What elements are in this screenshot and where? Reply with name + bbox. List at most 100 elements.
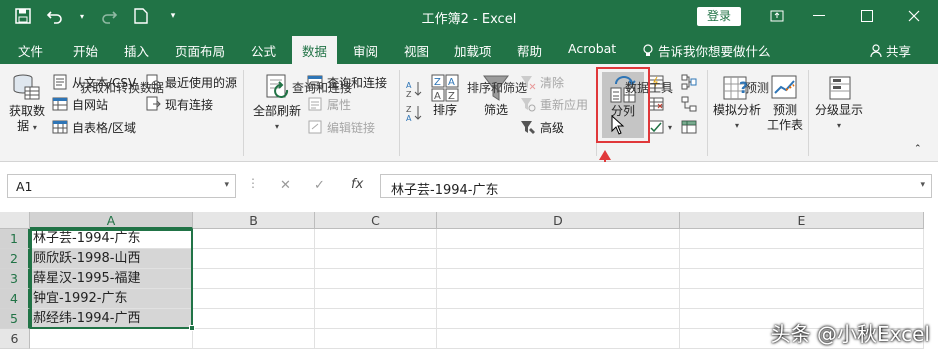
insert-function-button[interactable]: fx — [351, 177, 363, 192]
edit-links-button[interactable]: 编辑链接 — [307, 118, 375, 136]
tab-file[interactable]: 文件 — [18, 41, 43, 60]
name-box-dropdown-icon[interactable]: ▾ — [224, 180, 229, 190]
cell-a4[interactable]: 钟宜-1992-广东 — [30, 289, 193, 309]
tab-help[interactable]: 帮助 — [517, 41, 542, 60]
properties-button[interactable]: 属性 — [307, 95, 351, 113]
get-data-button[interactable]: 获取数 据 ▾ — [6, 72, 48, 135]
cell-c6[interactable] — [315, 329, 437, 349]
row-header-5[interactable]: 5 — [0, 309, 30, 329]
cell-e2[interactable] — [680, 249, 924, 269]
sort-ascending-icon[interactable]: AZ — [405, 80, 423, 98]
column-header-d[interactable]: D — [437, 212, 680, 229]
column-header-c[interactable]: C — [315, 212, 437, 229]
row-header-1[interactable]: 1 — [0, 229, 30, 249]
share-label: 共享 — [886, 44, 912, 59]
tab-page-layout[interactable]: 页面布局 — [175, 41, 225, 60]
consolidate-button[interactable] — [681, 73, 697, 91]
collapse-ribbon-icon[interactable]: ⌃ — [914, 140, 922, 158]
ribbon-display-options-icon[interactable] — [763, 4, 791, 28]
cell-e3[interactable] — [680, 269, 924, 289]
from-table-button[interactable]: 自表格/区域 — [52, 118, 136, 136]
formula-bar-grip-icon[interactable]: ⋮ — [247, 176, 259, 190]
cell-d3[interactable] — [437, 269, 680, 289]
maximize-icon[interactable] — [853, 4, 881, 28]
cell-b6[interactable] — [193, 329, 315, 349]
forecast-sheet-button[interactable]: 预测 工作表 — [766, 73, 804, 133]
svg-text:A: A — [406, 114, 412, 122]
tab-addins[interactable]: 加载项 — [454, 41, 492, 60]
reapply-button[interactable]: 重新应用 — [520, 95, 588, 113]
cell-b1[interactable] — [193, 229, 315, 249]
row-header-2[interactable]: 2 — [0, 249, 30, 269]
svg-text:A: A — [406, 81, 412, 90]
cell-d6[interactable] — [437, 329, 680, 349]
expand-formula-bar-icon[interactable]: ▾ — [920, 180, 925, 190]
minimize-icon[interactable] — [805, 4, 833, 28]
share-button[interactable]: 共享 — [870, 41, 911, 60]
fill-handle[interactable] — [189, 325, 195, 331]
forecast-sheet-icon — [771, 75, 797, 99]
column-header-e[interactable]: E — [680, 212, 924, 229]
cell-c4[interactable] — [315, 289, 437, 309]
login-button[interactable]: 登录 — [697, 7, 741, 26]
manage-data-model-button[interactable] — [681, 118, 697, 136]
cell-d2[interactable] — [437, 249, 680, 269]
formula-input[interactable]: 林子芸-1994-广东 ▾ — [380, 174, 932, 198]
cell-c5[interactable] — [315, 309, 437, 329]
edit-links-icon — [308, 120, 322, 134]
cell-a3[interactable]: 薛星汉-1995-福建 — [30, 269, 193, 289]
cell-b2[interactable] — [193, 249, 315, 269]
select-all-corner[interactable] — [0, 212, 30, 229]
cell-d4[interactable] — [437, 289, 680, 309]
lightbulb-icon — [643, 43, 653, 56]
tell-me-search[interactable]: 告诉我你想要做什么 — [642, 41, 771, 60]
properties-icon — [308, 97, 322, 111]
tab-data[interactable]: 数据 — [292, 36, 338, 64]
row-header-3[interactable]: 3 — [0, 269, 30, 289]
cancel-formula-icon[interactable]: ✕ — [280, 178, 291, 193]
svg-text:A: A — [448, 77, 455, 88]
cell-a2[interactable]: 顾欣跃-1998-山西 — [30, 249, 193, 269]
cell-c1[interactable] — [315, 229, 437, 249]
reapply-label: 重新应用 — [540, 97, 589, 112]
column-header-b[interactable]: B — [193, 212, 315, 229]
cell-c3[interactable] — [315, 269, 437, 289]
tab-review[interactable]: 审阅 — [353, 41, 378, 60]
row-header-4[interactable]: 4 — [0, 289, 30, 309]
tab-formulas[interactable]: 公式 — [251, 41, 276, 60]
svg-text:Z: Z — [406, 105, 412, 114]
existing-connections-button[interactable]: 现有连接 — [145, 95, 213, 113]
outline-button[interactable]: 分级显示 ▾ — [812, 73, 866, 133]
cell-a6[interactable] — [30, 329, 193, 349]
cell-d5[interactable] — [437, 309, 680, 329]
edit-links-label: 编辑链接 — [327, 120, 376, 135]
annotation-highlight-box — [596, 67, 650, 143]
tab-home[interactable]: 开始 — [73, 41, 98, 60]
cell-e4[interactable] — [680, 289, 924, 309]
remove-duplicates-button[interactable] — [648, 95, 664, 113]
column-header-a[interactable]: A — [30, 212, 193, 229]
data-validation-icon — [648, 120, 664, 134]
row-header-6[interactable]: 6 — [0, 329, 30, 349]
cell-b3[interactable] — [193, 269, 315, 289]
enter-formula-icon[interactable]: ✓ — [314, 178, 325, 193]
from-web-button[interactable]: 自网站 — [52, 95, 108, 113]
cell-d1[interactable] — [437, 229, 680, 249]
tab-view[interactable]: 视图 — [404, 41, 429, 60]
cell-c2[interactable] — [315, 249, 437, 269]
data-validation-button[interactable]: ▾ — [648, 118, 672, 136]
tab-insert[interactable]: 插入 — [124, 41, 149, 60]
cell-a5[interactable]: 郝经纬-1994-广西 — [30, 309, 193, 329]
cell-e1[interactable] — [680, 229, 924, 249]
cell-b4[interactable] — [193, 289, 315, 309]
relationships-button[interactable] — [681, 95, 697, 113]
cell-a1[interactable]: 林子芸-1994-广东 — [30, 229, 193, 249]
close-icon[interactable] — [900, 4, 928, 28]
sort-descending-icon[interactable]: ZA — [405, 104, 423, 122]
tab-acrobat[interactable]: Acrobat — [568, 41, 616, 56]
sort-button[interactable]: Z A A Z 排序 — [428, 73, 462, 118]
clear-label: 清除 — [540, 75, 565, 90]
cell-b5[interactable] — [193, 309, 315, 329]
name-box[interactable]: A1 ▾ — [7, 174, 236, 198]
advanced-filter-button[interactable]: 高级 — [520, 118, 564, 136]
